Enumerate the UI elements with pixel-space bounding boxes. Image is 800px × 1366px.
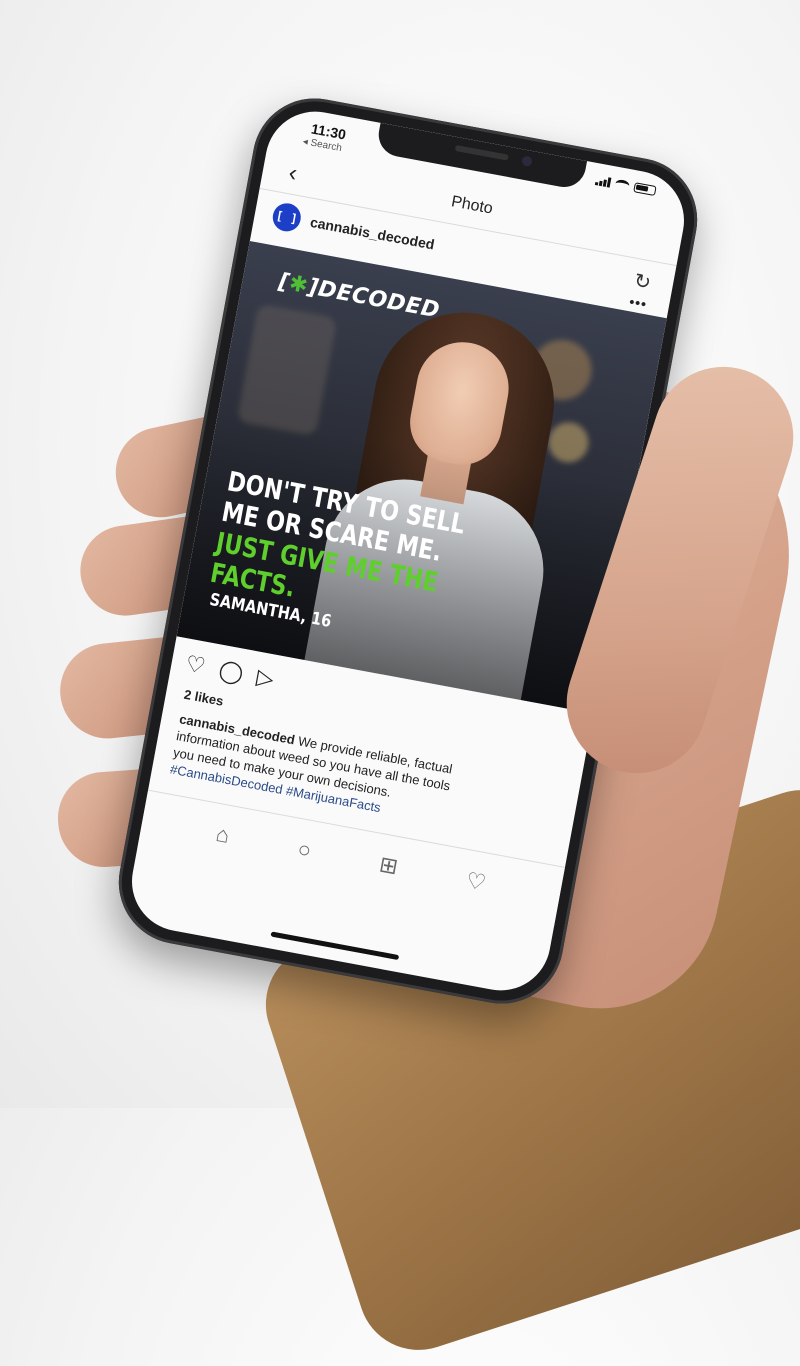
- wifi-icon: [614, 178, 631, 192]
- speaker: [454, 144, 509, 161]
- signal-icon: [594, 175, 612, 188]
- activity-heart-icon[interactable]: ♡: [464, 867, 488, 896]
- photo-scene: 11:30 ◂ Search ‹ Photo [ ] cannabis_deco…: [0, 0, 800, 1366]
- status-icons: [594, 175, 657, 197]
- background-light: [545, 419, 592, 466]
- home-icon[interactable]: ⌂: [214, 820, 232, 848]
- more-options-icon[interactable]: •••: [628, 293, 648, 312]
- add-post-icon[interactable]: ⊞: [377, 851, 400, 880]
- home-indicator[interactable]: [270, 931, 400, 961]
- search-icon[interactable]: ○: [296, 836, 314, 864]
- brand-name: DECODED: [316, 276, 442, 324]
- post-username[interactable]: cannabis_decoded: [309, 214, 436, 253]
- battery-icon: [633, 182, 657, 197]
- paper-plane-icon[interactable]: ▷: [255, 664, 276, 693]
- front-camera: [521, 155, 533, 167]
- heart-icon[interactable]: ♡: [183, 651, 208, 680]
- comment-icon[interactable]: ◯: [217, 657, 246, 687]
- leaf-icon: ✱: [287, 271, 311, 300]
- likes-count[interactable]: 2 likes: [183, 687, 225, 709]
- avatar[interactable]: [ ]: [270, 201, 304, 234]
- refresh-icon[interactable]: ↻: [632, 268, 653, 296]
